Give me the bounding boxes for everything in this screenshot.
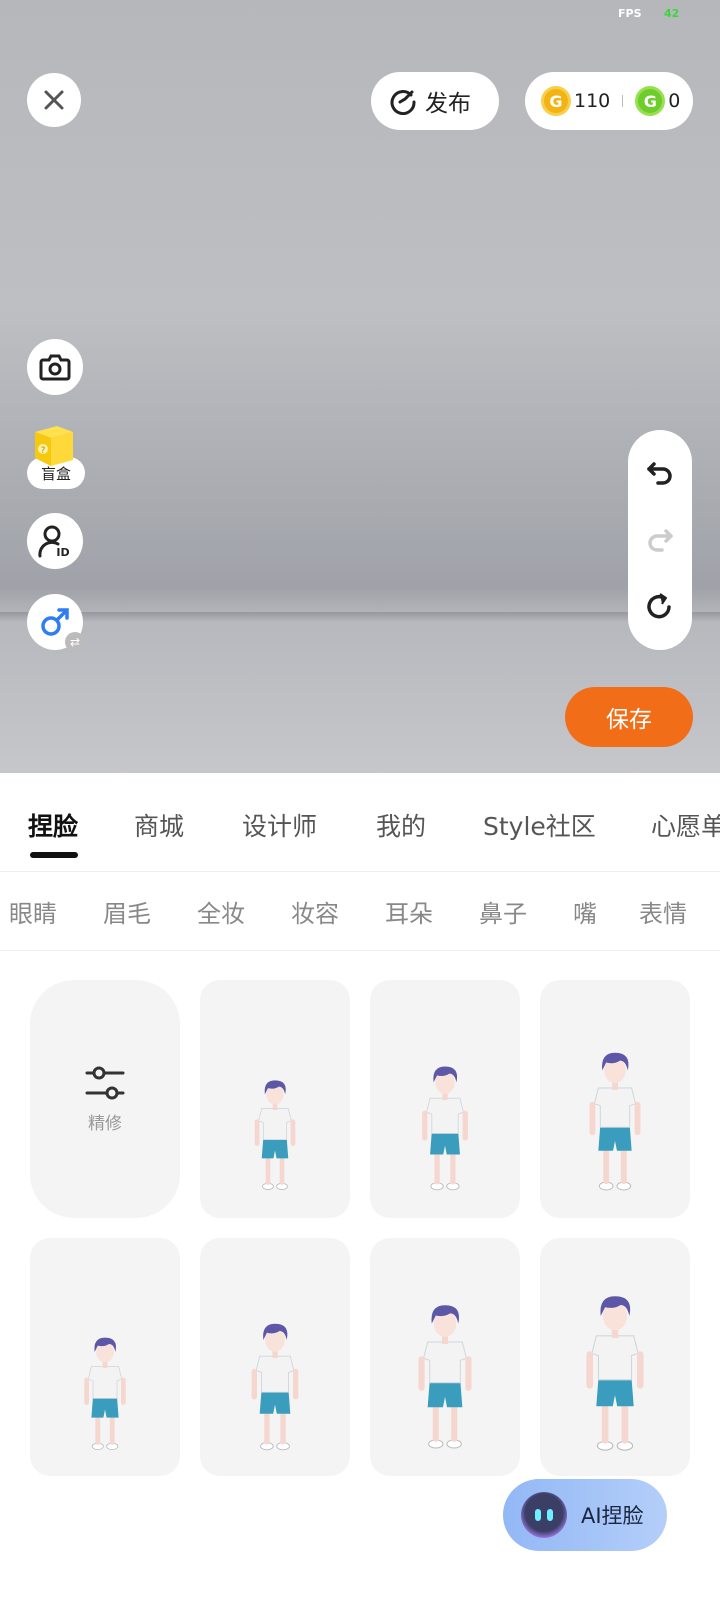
subtab-expression[interactable]: 表情 <box>639 894 687 929</box>
tab-style-community[interactable]: Style社区 <box>483 807 596 843</box>
body-preset-card[interactable] <box>200 1238 350 1476</box>
avatar-figure-2 <box>422 1066 468 1191</box>
svg-text:ID: ID <box>56 546 69 558</box>
male-icon <box>41 608 69 636</box>
body-preset-card[interactable] <box>370 980 520 1218</box>
fps-value: 42 <box>664 7 680 20</box>
camera-button[interactable] <box>27 339 83 395</box>
gold-coin-value: 110 <box>574 90 611 112</box>
body-preset-card[interactable] <box>30 1238 180 1476</box>
fps-label: FPS <box>618 7 642 20</box>
blind-box-icon: ? <box>35 426 73 466</box>
close-button[interactable] <box>27 73 81 127</box>
body-preset-card[interactable] <box>370 1238 520 1476</box>
save-button[interactable]: 保存 <box>565 687 693 747</box>
sliders-icon <box>85 1066 125 1099</box>
coin-divider <box>622 95 624 107</box>
avatar-figure-4 <box>84 1337 126 1451</box>
fine-tune-label: 精修 <box>88 1113 122 1134</box>
avatar-figure-6 <box>418 1305 472 1449</box>
body-preset-card[interactable] <box>540 1238 690 1476</box>
main-tabs: 捏脸 商城 设计师 我的 Style社区 心愿单 <box>0 773 720 871</box>
currency-balance[interactable]: G 110 G 0 <box>525 72 693 130</box>
green-coin-value: 0 <box>668 90 681 112</box>
subtab-nose[interactable]: 鼻子 <box>479 894 527 929</box>
history-controls <box>628 430 692 650</box>
publish-icon <box>390 90 416 115</box>
undo-icon[interactable] <box>645 458 675 488</box>
avatar-stage: FPS 42 发布 G 110 G 0 盲盒 ? ID ⇄ 保存 <box>0 0 720 773</box>
gold-coin-icon: G <box>541 86 571 116</box>
green-coin-icon: G <box>635 86 666 116</box>
avatar-figure-5 <box>251 1323 299 1451</box>
redo-icon[interactable] <box>645 525 675 555</box>
subtab-full-makeup[interactable]: 全妆 <box>197 894 245 929</box>
tab-face[interactable]: 捏脸 <box>28 807 78 843</box>
body-preset-card[interactable] <box>200 980 350 1218</box>
ai-robot-icon <box>521 1492 567 1538</box>
subtab-ears[interactable]: 耳朵 <box>385 894 433 929</box>
subtab-eyes[interactable]: 眼睛 <box>9 894 57 929</box>
ai-face-button[interactable]: AI捏脸 <box>503 1479 667 1551</box>
avatar-figure-3 <box>589 1052 641 1191</box>
tab-wishlist[interactable]: 心愿单 <box>651 807 720 843</box>
fine-tune-card[interactable]: 精修 <box>30 980 180 1218</box>
sub-tabs: 眼睛 眉毛 全妆 妆容 耳朵 鼻子 嘴 表情 <box>0 871 720 951</box>
user-id-icon: ID <box>38 525 70 558</box>
subtab-eyebrows[interactable]: 眉毛 <box>103 894 151 929</box>
tab-designer[interactable]: 设计师 <box>242 807 317 843</box>
subtab-makeup[interactable]: 妆容 <box>291 894 339 929</box>
ai-face-label: AI捏脸 <box>581 1504 644 1528</box>
close-icon <box>44 90 64 110</box>
svg-text:?: ? <box>41 446 46 456</box>
subtab-mouth[interactable]: 嘴 <box>573 894 597 929</box>
tab-shop[interactable]: 商城 <box>134 807 184 843</box>
floor-shadow <box>0 612 720 622</box>
avatar-figure-1 <box>254 1080 296 1190</box>
active-tab-indicator <box>30 852 78 858</box>
publish-button[interactable]: 发布 <box>371 72 499 130</box>
tab-mine[interactable]: 我的 <box>376 807 426 843</box>
publish-label: 发布 <box>425 91 471 117</box>
camera-icon <box>39 354 71 381</box>
reset-icon[interactable] <box>645 592 675 622</box>
body-preset-card[interactable] <box>540 980 690 1218</box>
profile-id-button[interactable]: ID <box>27 513 83 569</box>
avatar-figure-7 <box>586 1296 644 1451</box>
gender-switch-button[interactable]: ⇄ <box>27 594 85 652</box>
swap-icon: ⇄ <box>65 632 85 652</box>
save-label: 保存 <box>606 707 652 733</box>
